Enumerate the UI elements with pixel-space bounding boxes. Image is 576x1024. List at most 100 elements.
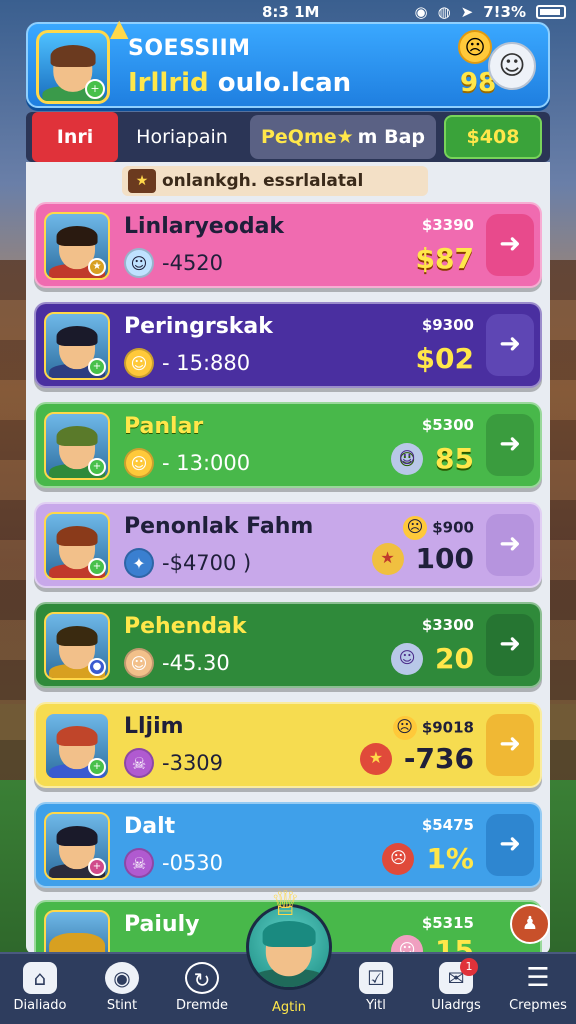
nav-label: Dialiado — [13, 998, 67, 1013]
arrow-right-icon[interactable]: ➜ — [486, 614, 534, 676]
nav-label: Stint — [106, 998, 138, 1013]
worried-face-icon: ☹ — [458, 30, 492, 64]
row-sub-value: -3309 — [162, 751, 224, 775]
list-item[interactable]: ● Pehendak ☺ -45.30 $3300 ☺ 20 ➜ — [34, 602, 542, 688]
menu-icon: ☰ — [526, 963, 550, 993]
arrow-right-icon[interactable]: ➜ — [486, 714, 534, 776]
list-item[interactable]: ★ Linlaryeodak ☺ -4520 $3390 $87 ➜ — [34, 202, 542, 288]
header-subtitle: Irllrid oulo.lcan — [128, 68, 351, 98]
player-avatar[interactable]: + — [36, 30, 110, 104]
angry-face-icon: ☹ — [382, 842, 415, 875]
tab-horiapain[interactable]: Horiapain — [122, 112, 242, 162]
ghost-icon[interactable]: ☺ — [488, 42, 536, 90]
arrow-right-icon[interactable]: ➜ — [486, 414, 534, 476]
trophy-icon: ★ — [128, 169, 156, 193]
tab-peqme-rest: m Bap — [357, 126, 425, 148]
alarm-icon: ◉ — [414, 3, 428, 21]
nav-item-crepmes[interactable]: ☰ Crepmes — [502, 962, 574, 1013]
banner-text: onlankgh. essrlalatal — [162, 171, 364, 191]
wifi-icon: ◍ — [437, 3, 451, 21]
devil-coin-icon: ☠ — [124, 848, 154, 878]
refresh-icon: ↻ — [185, 962, 219, 994]
list-item[interactable]: + Penonlak Fahm ✦ -$4700 ) ☹ $900 ★ 100 ➜ — [34, 502, 542, 588]
worried-face-icon: ☹ — [392, 716, 417, 740]
notification-badge: 1 — [460, 958, 478, 976]
nav-label: Dremde — [176, 998, 228, 1013]
profile-header: + ▲ SOESSIIM Irllrid oulo.lcan ☹ 98 ☺ — [26, 14, 550, 108]
row-value-text: 1% — [426, 842, 474, 875]
crown-icon: ♕ — [270, 884, 301, 924]
list-item[interactable]: + Panlar ☺ - 13:000 $5300 ☺ 85 ➜ — [34, 402, 542, 488]
tab-peqme-accent: PeQme★ — [260, 126, 354, 148]
plus-badge-icon: + — [88, 558, 106, 576]
row-sub-value: -0530 — [162, 851, 224, 875]
row-value-text: 20 — [435, 642, 474, 675]
nav-item-dremde[interactable]: ↻ Dremde — [166, 962, 238, 1013]
nav-label-agtin: Agtin — [271, 1000, 307, 1015]
worried-face-icon: ☹ — [403, 516, 428, 540]
arrow-right-icon[interactable]: ➜ — [486, 214, 534, 276]
row-name: Paiuly — [124, 912, 200, 937]
row-sub: ☺ - 13:000 — [124, 448, 250, 478]
info-banner: ★ onlankgh. essrlalatal — [122, 166, 428, 196]
nav-item-agtin[interactable]: ♕ — [246, 884, 332, 990]
badge-icon: ★ — [88, 258, 106, 276]
row-value-text: 15 — [435, 934, 474, 954]
row-price: $5475 — [421, 816, 474, 834]
checkbox-icon: ☑ — [359, 962, 393, 994]
home-icon: ⌂ — [23, 962, 57, 994]
nav-item-stint[interactable]: ◉ Stint — [86, 962, 158, 1013]
row-name: Linlaryeodak — [124, 214, 285, 239]
row-sub-value: -45.30 — [162, 651, 230, 675]
badge-icon: + — [88, 858, 106, 876]
ghost-icon: ☺ — [391, 642, 424, 675]
row-sub: ☺ -4520 — [124, 248, 223, 278]
list-item[interactable]: + Peringrskak ☺ - 15:880 $9300 $02 ➜ — [34, 302, 542, 388]
list-item[interactable]: + Dalt ☠ -0530 $5475 ☹ 1% ➜ — [34, 802, 542, 888]
row-sub-value: -4520 — [162, 251, 224, 275]
player-avatar: + — [44, 412, 110, 480]
plus-badge-icon: + — [88, 758, 106, 776]
player-avatar: + — [44, 512, 110, 580]
row-sub: ☠ -3309 — [124, 748, 223, 778]
status-time: 8:3 1M — [262, 3, 320, 21]
tab-inri[interactable]: Inri — [32, 112, 118, 162]
star-badge-icon: ★ — [371, 542, 404, 575]
row-sub-value: -$4700 ) — [162, 551, 252, 575]
tab-bar: Inri Horiapain PeQme★ m Bap $408 — [26, 112, 550, 162]
player-avatar: ● — [44, 612, 110, 680]
row-value: ☺ 20 — [391, 642, 474, 675]
tab-peqme[interactable]: PeQme★ m Bap — [250, 115, 436, 159]
smile-coin-icon: ☺ — [124, 448, 154, 478]
player-avatar: ★ — [44, 212, 110, 280]
star-badge-icon: ★ — [359, 742, 392, 775]
helmet-icon: ◉ — [105, 962, 139, 994]
row-price: ☹ $9018 — [392, 716, 474, 740]
list-item[interactable]: + Lljim ☠ -3309 ☹ $9018 ★ -736 ➜ — [34, 702, 542, 788]
avatar-hair — [50, 45, 96, 67]
smile-coin-icon: ☺ — [124, 248, 154, 278]
row-price-text: $9018 — [421, 718, 474, 737]
nav-item-home[interactable]: ⌂ Dialiado — [4, 962, 76, 1013]
row-value: $02 — [416, 342, 474, 375]
leaderboard-panel: ★ onlankgh. essrlalatal ★ Linlaryeodak ☺… — [26, 162, 550, 954]
nav-item-yitl[interactable]: ☑ Yitl — [340, 962, 412, 1013]
row-value: ☹ 1% — [382, 842, 474, 875]
person-fab-icon[interactable]: ♟ — [510, 904, 550, 944]
row-price-text: $900 — [432, 518, 474, 537]
currency-button[interactable]: $408 — [444, 115, 542, 159]
row-value-text: 85 — [435, 442, 474, 475]
row-sub: ✦ -$4700 ) — [124, 548, 251, 578]
nav-item-uladrgs[interactable]: ✉ 1 Uladrgs — [420, 958, 492, 1013]
devil-coin-icon: ☠ — [124, 748, 154, 778]
status-icons: ◉ ◍ ➤ 7!3% — [414, 3, 566, 21]
arrow-right-icon[interactable]: ➜ — [486, 314, 534, 376]
row-value-text: $87 — [415, 242, 474, 275]
row-price: $3390 — [421, 216, 474, 234]
battery-icon — [536, 5, 566, 19]
arrow-right-icon[interactable]: ➜ — [486, 814, 534, 876]
header-title: SOESSIIM — [128, 36, 251, 61]
row-price: $5315 — [421, 914, 474, 932]
row-name: Peringrskak — [124, 314, 273, 339]
arrow-right-icon[interactable]: ➜ — [486, 514, 534, 576]
